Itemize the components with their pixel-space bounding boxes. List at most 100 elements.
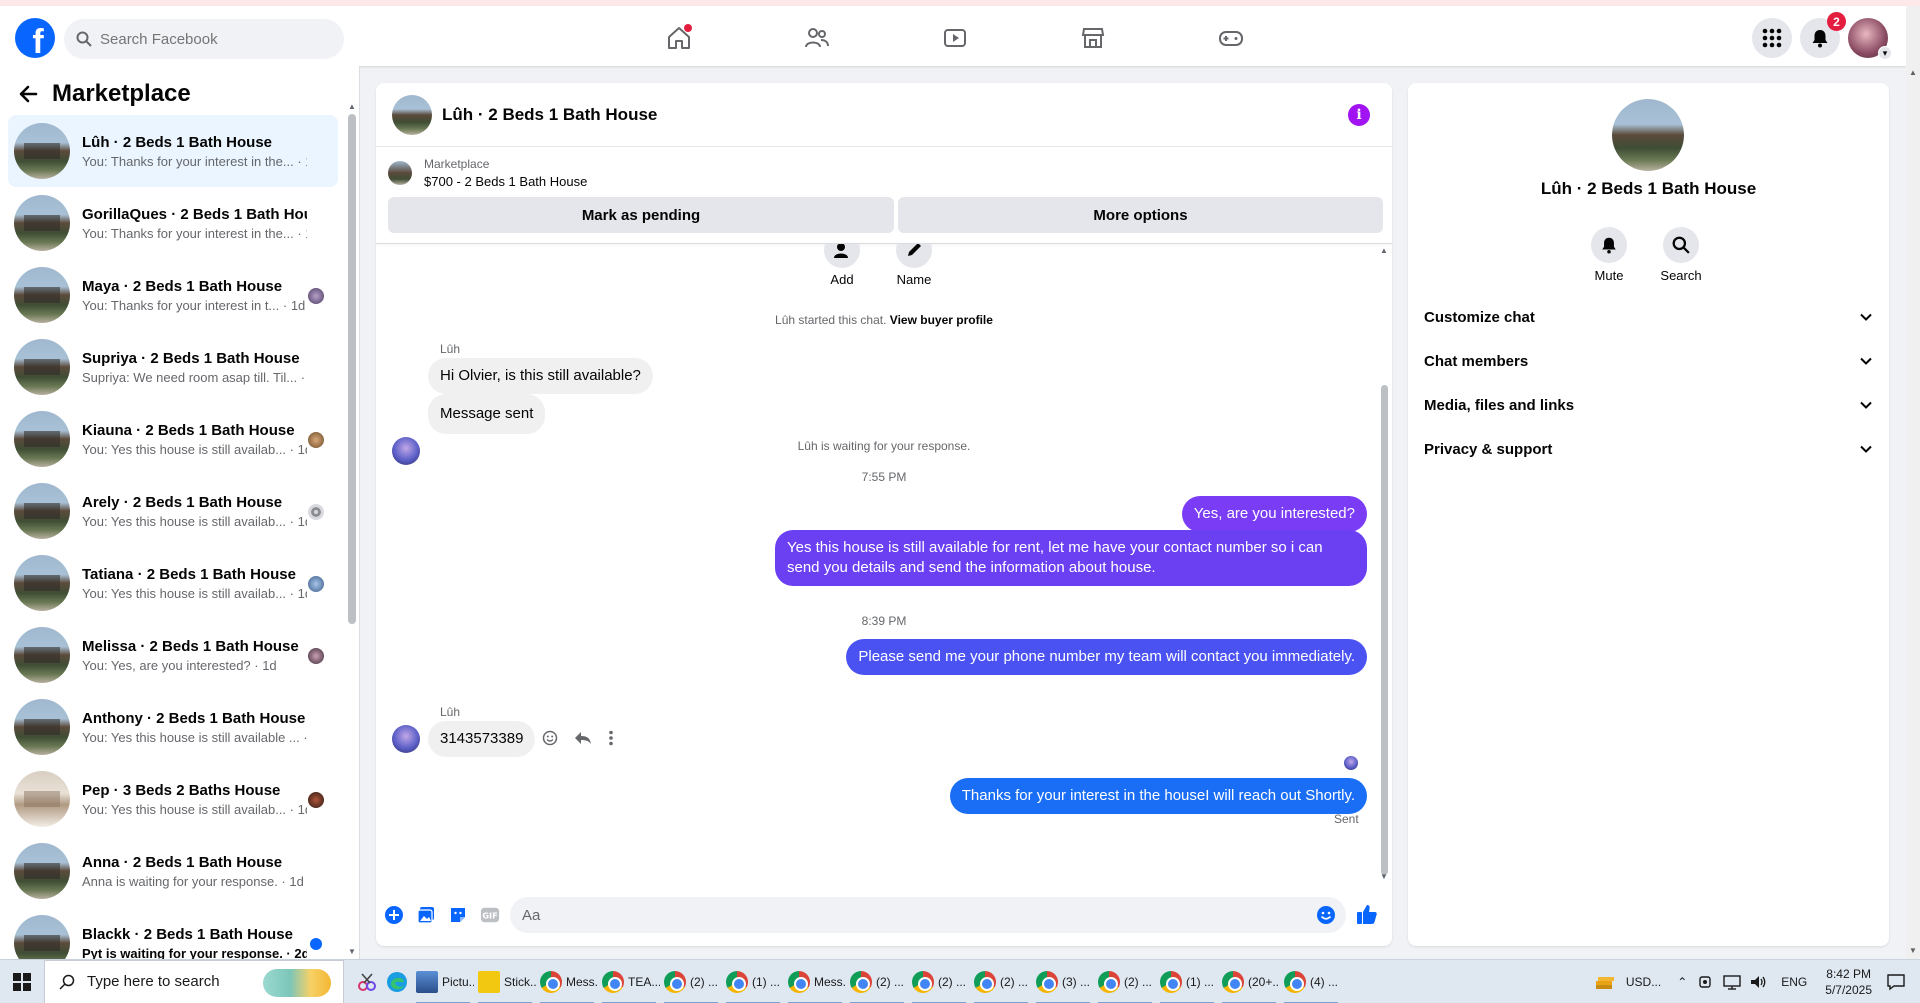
sender-avatar[interactable] — [392, 725, 420, 753]
taskbar-app-chrome[interactable]: (2) ... — [970, 960, 1032, 1003]
add-button[interactable]: Add — [822, 244, 862, 287]
taskbar-app-chrome[interactable]: Mess... — [536, 960, 598, 1003]
nav-home[interactable] — [610, 12, 748, 64]
message-bubble-outgoing[interactable]: Please send me your phone number my team… — [846, 639, 1367, 675]
chat-members-item[interactable]: Chat members — [1416, 339, 1881, 383]
chat-thumbnail[interactable] — [392, 94, 432, 135]
name-button[interactable]: Name — [894, 244, 934, 287]
emoji-react-icon[interactable] — [542, 730, 558, 746]
search-input[interactable] — [100, 30, 320, 48]
taskbar-app-chrome[interactable]: (3) ... — [1032, 960, 1094, 1003]
snipping-tool-icon[interactable] — [352, 960, 382, 1003]
taskbar-app-sticky[interactable]: Stick... — [474, 960, 536, 1003]
taskbar-app-chrome[interactable]: TEA... — [598, 960, 660, 1003]
conversation-item[interactable]: GorillaQues · 2 Beds 1 Bath House You: Th… — [8, 187, 338, 259]
windows-start-button[interactable] — [0, 960, 44, 1003]
view-buyer-profile-link[interactable]: View buyer profile — [890, 313, 993, 327]
meet-now-icon[interactable] — [1697, 974, 1715, 990]
message-bubble-outgoing[interactable]: Yes, are you interested? — [1181, 496, 1367, 532]
search-conversation-button[interactable]: Search — [1660, 227, 1702, 283]
reply-icon[interactable] — [574, 730, 592, 746]
taskbar-app-chrome[interactable]: (2) ... — [660, 960, 722, 1003]
facebook-search[interactable] — [64, 19, 344, 59]
scroll-up-arrow[interactable]: ▲ — [1909, 68, 1917, 77]
nav-marketplace[interactable] — [1024, 12, 1162, 64]
scroll-up-arrow[interactable]: ▲ — [1380, 246, 1388, 255]
mute-button[interactable]: Mute — [1591, 227, 1627, 283]
taskbar-app-chrome[interactable]: (1) ... — [722, 960, 784, 1003]
conversation-item[interactable]: Anthony · 2 Beds 1 Bath House You: Yes th… — [8, 691, 338, 763]
taskbar-app-chrome[interactable]: (4) ... — [1280, 960, 1342, 1003]
thumbs-up-icon[interactable] — [1356, 903, 1378, 929]
chevron-down-icon — [1860, 313, 1872, 321]
facebook-logo[interactable]: f — [15, 18, 55, 58]
taskbar-app-photos[interactable]: Pictu... — [412, 960, 474, 1003]
taskbar-app-chrome[interactable]: (1) ... — [1156, 960, 1218, 1003]
taskbar-app-chrome[interactable]: (2) ... — [908, 960, 970, 1003]
conversation-item[interactable]: Lûh · 2 Beds 1 Bath House You: Thanks for… — [8, 115, 338, 187]
sidebar-scrollbar[interactable]: ▲ ▼ — [348, 102, 356, 956]
scroll-down-arrow[interactable]: ▼ — [1380, 872, 1388, 881]
language-indicator[interactable]: ENG — [1781, 975, 1807, 989]
chat-details-thumbnail[interactable] — [1612, 99, 1684, 171]
back-arrow-icon[interactable] — [18, 84, 38, 104]
message-bubble-outgoing[interactable]: Thanks for your interest in the houseI w… — [949, 778, 1367, 814]
more-options-button[interactable]: More options — [898, 197, 1383, 233]
message-bubble-incoming[interactable]: Hi Olvier, is this still available? — [428, 358, 653, 394]
more-vertical-icon[interactable] — [608, 730, 614, 746]
chat-title[interactable]: Lûh · 2 Beds 1 Bath House — [442, 105, 657, 125]
taskbar-app-chrome[interactable]: (2) ... — [846, 960, 908, 1003]
nav-friends[interactable] — [748, 12, 886, 64]
conversation-item[interactable]: Supriya · 2 Beds 1 Bath House Supriya: We… — [8, 331, 338, 403]
message-bubble-outgoing[interactable]: Yes this house is still available for re… — [775, 530, 1367, 586]
scrollbar-thumb[interactable] — [1381, 385, 1388, 875]
conversation-item[interactable]: Arely · 2 Beds 1 Bath House You: Yes this… — [8, 475, 338, 547]
scrollbar-thumb[interactable] — [348, 114, 356, 624]
message-bubble-incoming[interactable]: Message sent — [428, 394, 546, 434]
photo-icon[interactable] — [416, 905, 436, 925]
volume-icon[interactable] — [1749, 974, 1767, 990]
conversation-item[interactable]: Melissa · 2 Beds 1 Bath House You: Yes, a… — [8, 619, 338, 691]
scroll-up-arrow[interactable]: ▲ — [348, 102, 356, 111]
conversation-item[interactable]: Pep · 3 Beds 2 Baths House You: Yes this … — [8, 763, 338, 835]
gif-icon[interactable]: GIF — [480, 905, 500, 925]
currency-widget-text[interactable]: USD... — [1626, 975, 1661, 989]
chevron-down-icon: ▾ — [1878, 46, 1892, 60]
notification-center-icon[interactable] — [1886, 973, 1906, 991]
scroll-down-arrow[interactable]: ▼ — [1909, 946, 1917, 955]
conversation-item[interactable]: Kiauna · 2 Beds 1 Bath House You: Yes thi… — [8, 403, 338, 475]
message-bubble-incoming[interactable]: 3143573389 — [428, 721, 536, 757]
sticker-icon[interactable] — [448, 905, 468, 925]
nav-gaming[interactable] — [1162, 12, 1300, 64]
scroll-down-arrow[interactable]: ▼ — [348, 947, 356, 956]
taskbar-app-chrome[interactable]: (20+... — [1218, 960, 1280, 1003]
media-files-links-item[interactable]: Media, files and links — [1416, 383, 1881, 427]
plus-circle-icon[interactable] — [384, 905, 404, 925]
menu-button[interactable] — [1752, 18, 1792, 58]
taskbar-app-chrome[interactable]: Mess... — [784, 960, 846, 1003]
nav-watch[interactable] — [886, 12, 1024, 64]
mark-pending-button[interactable]: Mark as pending — [388, 197, 894, 233]
show-hidden-icons-chevron[interactable]: ⌃ — [1677, 975, 1687, 989]
chat-scrollbar[interactable]: ▲ ▼ — [1378, 244, 1390, 884]
window-scrollbar[interactable]: ▲ ▼ — [1906, 6, 1920, 959]
emoji-icon[interactable] — [1316, 905, 1336, 929]
customize-chat-item[interactable]: Customize chat — [1416, 295, 1881, 339]
taskbar-search[interactable]: Type here to search — [44, 959, 344, 1003]
conversation-name: Kiauna · 2 Beds 1 Bath House — [82, 421, 295, 439]
message-input[interactable] — [522, 906, 1282, 924]
currency-widget-icon[interactable] — [1590, 960, 1620, 1003]
marketplace-listing[interactable]: Marketplace $700 - 2 Beds 1 Bath House — [388, 157, 587, 189]
system-clock[interactable]: 8:42 PM 5/7/2025 — [1825, 966, 1872, 998]
message-input-container[interactable] — [510, 897, 1346, 933]
info-icon[interactable]: i — [1348, 104, 1370, 126]
privacy-support-item[interactable]: Privacy & support — [1416, 427, 1881, 471]
notifications-button[interactable]: 2 — [1800, 12, 1846, 58]
conversation-item[interactable]: Maya · 2 Beds 1 Bath House You: Thanks fo… — [8, 259, 338, 331]
conversation-item[interactable]: Tatiana · 2 Beds 1 Bath House You: Yes th… — [8, 547, 338, 619]
profile-avatar[interactable]: ▾ — [1848, 18, 1892, 60]
conversation-item[interactable]: Anna · 2 Beds 1 Bath House Anna is waitin… — [8, 835, 338, 907]
network-icon[interactable] — [1723, 974, 1741, 990]
edge-browser-icon[interactable] — [382, 960, 412, 1003]
taskbar-app-chrome[interactable]: (2) ... — [1094, 960, 1156, 1003]
